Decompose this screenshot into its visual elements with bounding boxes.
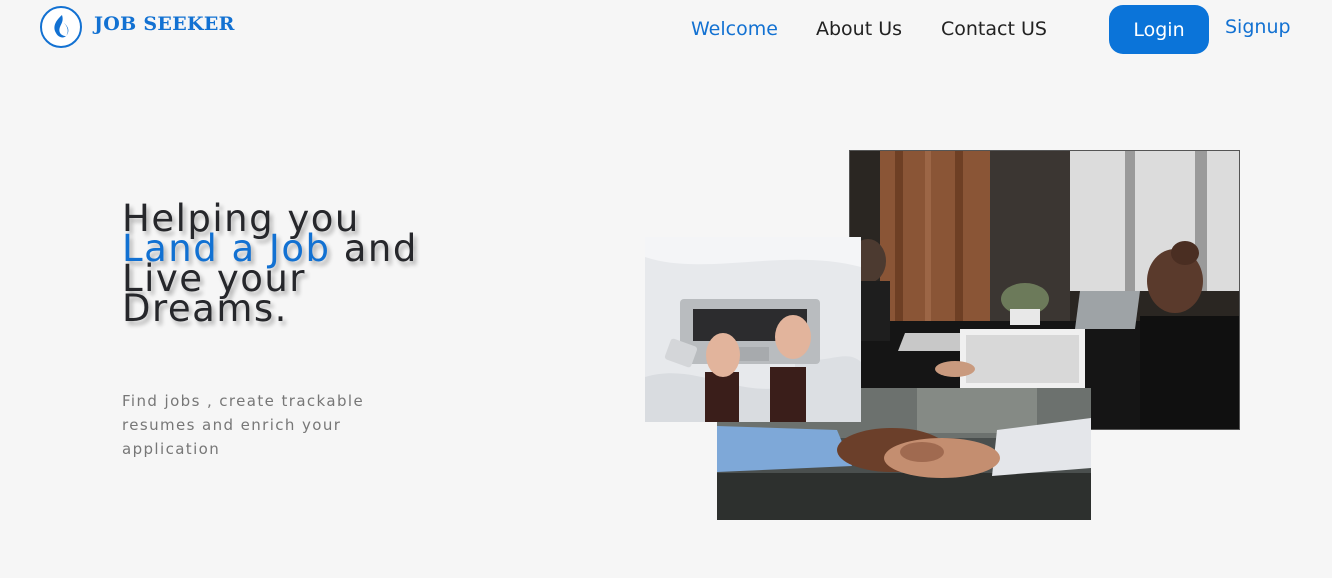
- hero-subtitle: Find jobs , create trackable resumes and…: [122, 392, 365, 458]
- laptop-typing-photo: [645, 237, 861, 422]
- nav-link-about-us[interactable]: About Us: [816, 18, 902, 40]
- hero-title-line-4: Dreams.: [122, 287, 288, 330]
- login-button[interactable]: Login: [1109, 5, 1209, 54]
- nav-link-contact-us[interactable]: Contact US: [941, 18, 1047, 40]
- hero-title: Helping you Land a Job and Live your Dre…: [122, 200, 542, 330]
- navbar: JOB SEEKER Welcome About Us Contact US L…: [0, 0, 1332, 60]
- signup-link[interactable]: Signup: [1225, 16, 1291, 38]
- nav-link-welcome[interactable]: Welcome: [691, 18, 778, 40]
- brand[interactable]: JOB SEEKER: [40, 6, 235, 48]
- flame-drop-icon: [40, 6, 82, 48]
- brand-name: JOB SEEKER: [94, 13, 235, 35]
- hero-title-line-2-rest: and: [330, 227, 418, 270]
